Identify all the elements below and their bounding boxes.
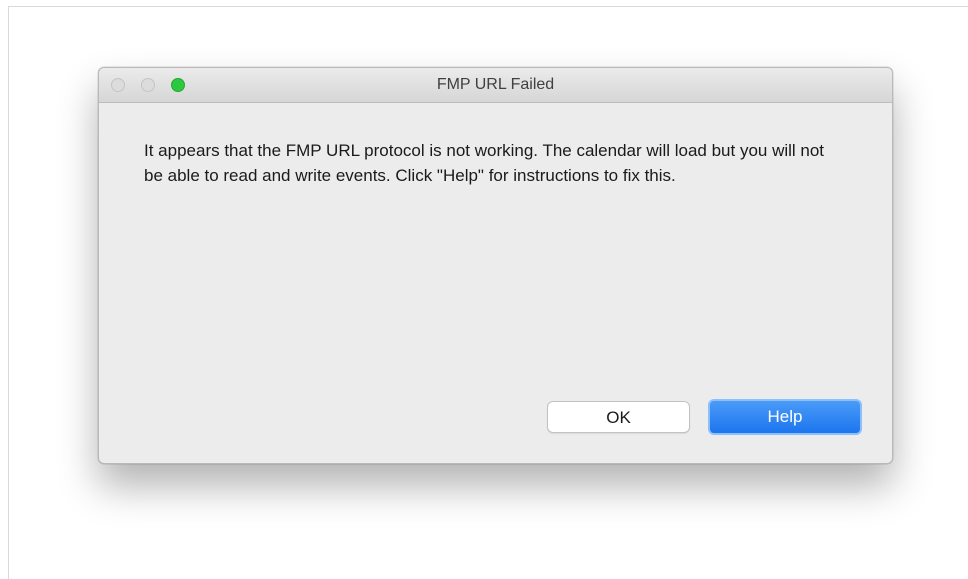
alert-message: It appears that the FMP URL protocol is … [144,141,825,185]
window-title: FMP URL Failed [436,76,555,93]
help-button[interactable]: Help [708,399,862,435]
alert-dialog: FMP URL Failed It appears that the FMP U… [98,67,893,464]
background-border-left [8,6,9,579]
window-titlebar[interactable]: FMP URL Failed [99,68,892,103]
desktop-background: FMP URL Failed It appears that the FMP U… [0,0,968,579]
ok-button[interactable]: OK [547,401,690,433]
background-border-top [8,6,968,7]
